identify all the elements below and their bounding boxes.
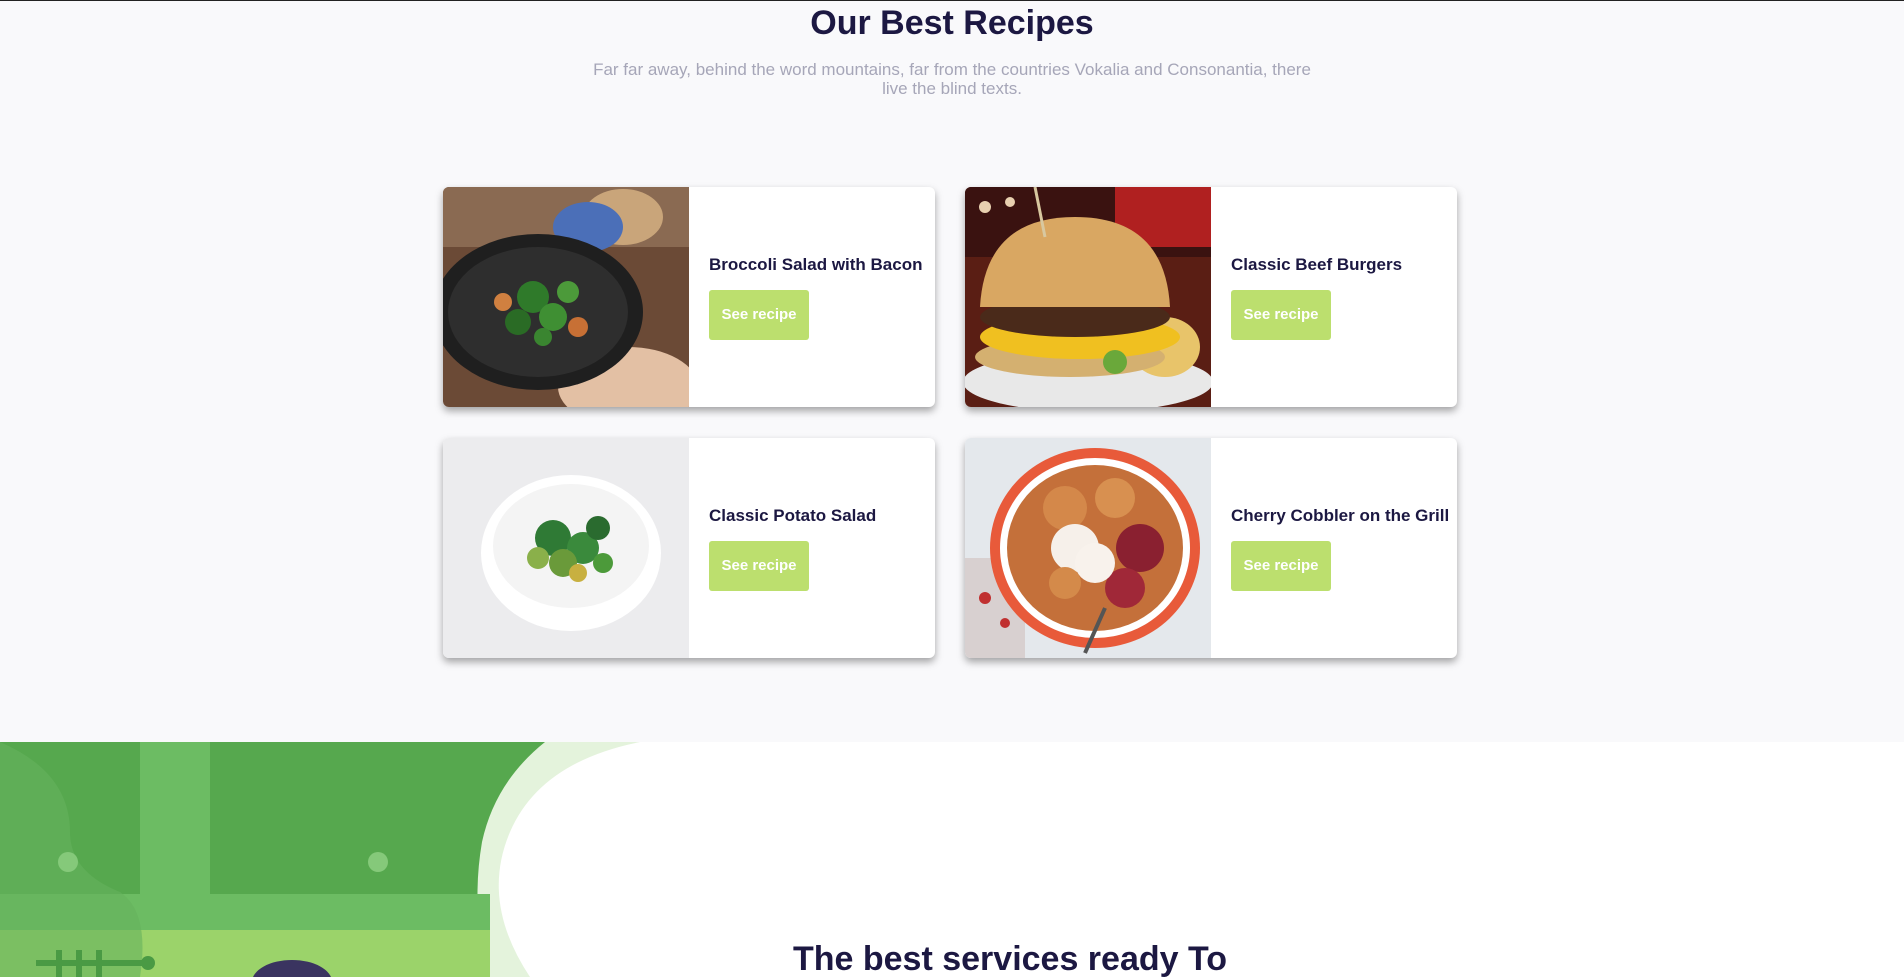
recipe-card[interactable]: Cherry Cobbler on the Grill See recipe	[965, 438, 1457, 658]
recipe-title: Classic Potato Salad	[709, 506, 877, 525]
recipe-image-broccoli	[443, 187, 689, 407]
services-title: The best services ready To	[792, 940, 1227, 977]
recipe-image-cobbler	[965, 438, 1211, 658]
see-recipe-button[interactable]: See recipe	[709, 541, 809, 591]
recipe-title: Cherry Cobbler on the Grill	[1231, 506, 1450, 525]
services-section: The best services ready To	[0, 742, 1904, 977]
kitchen-illustration	[0, 742, 640, 977]
recipe-image-burger	[965, 187, 1211, 407]
see-recipe-button[interactable]: See recipe	[709, 290, 809, 340]
see-recipe-button[interactable]: See recipe	[1231, 541, 1331, 591]
recipe-title: Classic Beef Burgers	[1231, 255, 1403, 274]
recipe-card[interactable]: Classic Potato Salad See recipe	[443, 438, 935, 658]
top-divider	[0, 0, 1904, 1]
recipe-card[interactable]: Broccoli Salad with Bacon See recipe	[443, 187, 935, 407]
recipe-image-salad	[443, 438, 689, 658]
recipe-card[interactable]: Classic Beef Burgers See recipe	[965, 187, 1457, 407]
section-title: Our Best Recipes	[810, 4, 1094, 42]
see-recipe-button[interactable]: See recipe	[1231, 290, 1331, 340]
section-subtitle: Far far away, behind the word mountains,…	[593, 60, 1311, 98]
recipe-title: Broccoli Salad with Bacon	[709, 255, 923, 274]
